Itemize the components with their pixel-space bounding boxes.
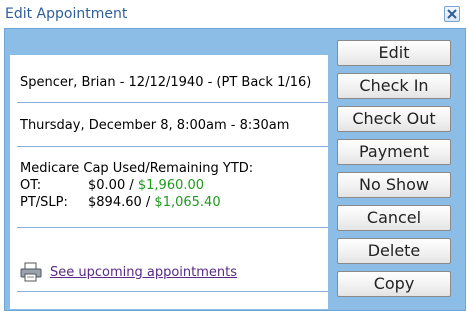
dialog-body: Spencer, Brian - 12/12/1940 - (PT Back 1… [4, 28, 466, 311]
check-out-button[interactable]: Check Out [337, 106, 451, 132]
cap-row-ot: OT: $0.00 / $1,960.00 [20, 178, 204, 193]
see-upcoming-appointments-link[interactable]: See upcoming appointments [50, 265, 237, 280]
check-in-button[interactable]: Check In [337, 73, 451, 99]
edit-appointment-dialog: Edit Appointment Spencer, Brian - 12/12/… [0, 0, 468, 316]
cap-row-pt-slp: PT/SLP: $894.60 / $1,065.40 [20, 195, 221, 210]
appointment-details-panel: Spencer, Brian - 12/12/1940 - (PT Back 1… [10, 55, 328, 309]
close-button[interactable] [444, 6, 460, 22]
cap-used: $894.60 [88, 195, 142, 210]
cap-label: OT: [20, 178, 42, 193]
payment-button[interactable]: Payment [337, 139, 451, 165]
patient-info: Spencer, Brian - 12/12/1940 - (PT Back 1… [20, 75, 312, 90]
no-show-button[interactable]: No Show [337, 172, 451, 198]
title-bar: Edit Appointment [0, 0, 468, 27]
cap-separator: / [141, 195, 155, 210]
edit-button[interactable]: Edit [337, 40, 451, 66]
cancel-button[interactable]: Cancel [337, 205, 451, 231]
printer-icon[interactable] [20, 262, 42, 282]
appointment-time: Thursday, December 8, 8:00am - 8:30am [20, 118, 290, 133]
copy-button[interactable]: Copy [337, 271, 451, 297]
close-x-icon [447, 9, 457, 19]
cap-used: $0.00 [88, 178, 126, 193]
cap-remaining: $1,960.00 [137, 178, 205, 193]
dialog-title: Edit Appointment [5, 6, 128, 22]
delete-button[interactable]: Delete [337, 238, 451, 264]
divider [17, 146, 328, 147]
divider [17, 227, 328, 228]
divider [17, 291, 328, 292]
medicare-cap-heading: Medicare Cap Used/Remaining YTD: [20, 161, 254, 176]
divider [17, 102, 328, 103]
cap-remaining: $1,065.40 [154, 195, 221, 210]
cap-label: PT/SLP: [20, 195, 68, 210]
cap-separator: / [125, 178, 138, 193]
